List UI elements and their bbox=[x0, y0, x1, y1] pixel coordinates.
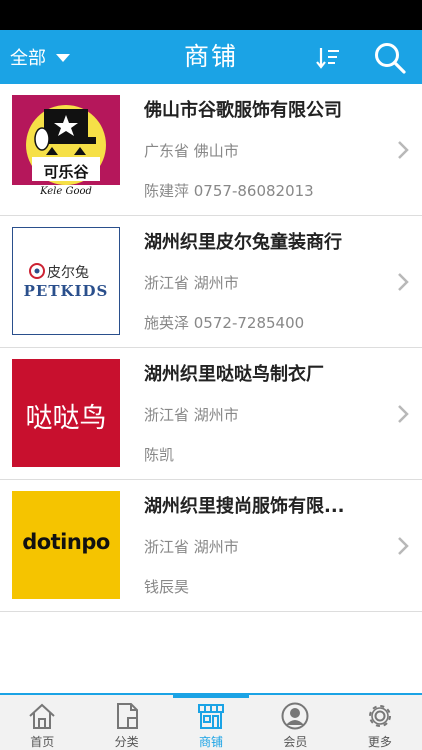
status-bar bbox=[0, 0, 422, 30]
tab-label: 更多 bbox=[367, 735, 392, 749]
shop-name: 湖州织里搜尚服饰有限... bbox=[144, 496, 345, 517]
region-label: 全部 bbox=[10, 48, 46, 69]
search-icon bbox=[375, 43, 406, 74]
shop-logo-petkids: 皮尔兔 PETKIDS bbox=[12, 227, 120, 335]
category-icon bbox=[116, 703, 138, 729]
tab-label: 首页 bbox=[30, 735, 55, 749]
shop-location: 浙江省 湖州市 bbox=[144, 406, 239, 424]
shop-name: 佛山市谷歌服饰有限公司 bbox=[144, 100, 342, 121]
tab-label: 分类 bbox=[114, 735, 139, 749]
region-dropdown[interactable]: 全部 bbox=[10, 30, 70, 84]
tab-shop[interactable]: 商铺 bbox=[169, 695, 253, 750]
shop-item[interactable]: dotinpo 湖州织里搜尚服饰有限... 浙江省 湖州市 钱辰昊 bbox=[0, 480, 422, 612]
sort-button[interactable] bbox=[316, 45, 342, 71]
chevron-right-icon bbox=[398, 141, 409, 159]
search-button[interactable] bbox=[372, 40, 408, 76]
shop-location: 浙江省 湖州市 bbox=[144, 274, 239, 292]
logo-text: dotinpo bbox=[22, 530, 110, 554]
shop-list: 可乐谷 Kele Good 佛山市谷歌服饰有限公司 广东省 佛山市 陈建萍 07… bbox=[0, 84, 422, 612]
shop-logo-kelegu: 可乐谷 Kele Good bbox=[12, 95, 120, 203]
tab-more[interactable]: 更多 bbox=[338, 695, 422, 750]
sort-icon bbox=[316, 48, 339, 69]
chevron-right-icon bbox=[398, 273, 409, 291]
logo-subtext: PETKIDS bbox=[23, 282, 109, 300]
shop-contact: 钱辰昊 bbox=[144, 578, 190, 596]
logo-text: 可乐谷 bbox=[43, 163, 89, 181]
shop-contact: 陈凯 bbox=[144, 446, 175, 464]
shop-item[interactable]: 可乐谷 Kele Good 佛山市谷歌服饰有限公司 广东省 佛山市 陈建萍 07… bbox=[0, 84, 422, 216]
caret-down-icon bbox=[56, 54, 70, 62]
shop-icon bbox=[198, 704, 225, 729]
tab-label: 会员 bbox=[283, 735, 308, 749]
shop-logo-dadaniao: 哒哒鸟 bbox=[12, 359, 120, 467]
shop-location: 浙江省 湖州市 bbox=[144, 538, 239, 556]
shop-item[interactable]: 皮尔兔 PETKIDS 湖州织里皮尔兔童装商行 浙江省 湖州市 施英泽 0572… bbox=[0, 216, 422, 348]
chevron-right-icon bbox=[398, 537, 409, 555]
tab-label: 商铺 bbox=[199, 735, 224, 749]
logo-subtext: Kele Good bbox=[40, 186, 92, 197]
tab-member[interactable]: 会员 bbox=[253, 695, 337, 750]
logo-text: 皮尔兔 bbox=[47, 265, 89, 281]
shop-name: 湖州织里哒哒鸟制衣厂 bbox=[144, 364, 324, 385]
settings-icon bbox=[368, 705, 391, 727]
member-icon bbox=[281, 702, 309, 730]
home-icon bbox=[29, 703, 55, 729]
app-header: 全部 商铺 bbox=[0, 30, 422, 84]
chevron-right-icon bbox=[398, 405, 409, 423]
shop-location: 广东省 佛山市 bbox=[144, 142, 239, 160]
tab-category[interactable]: 分类 bbox=[84, 695, 168, 750]
shop-item[interactable]: 哒哒鸟 湖州织里哒哒鸟制衣厂 浙江省 湖州市 陈凯 bbox=[0, 348, 422, 480]
bottom-tab-bar: 首页 分类 商铺 会员 更多 bbox=[0, 693, 422, 750]
shop-name: 湖州织里皮尔兔童装商行 bbox=[144, 232, 342, 253]
tab-home[interactable]: 首页 bbox=[0, 695, 84, 750]
shop-contact: 陈建萍 0757-86082013 bbox=[144, 182, 314, 200]
shop-contact: 施英泽 0572-7285400 bbox=[144, 314, 305, 332]
shop-logo-dotinpo: dotinpo bbox=[12, 491, 120, 599]
logo-text: 哒哒鸟 bbox=[25, 403, 107, 434]
